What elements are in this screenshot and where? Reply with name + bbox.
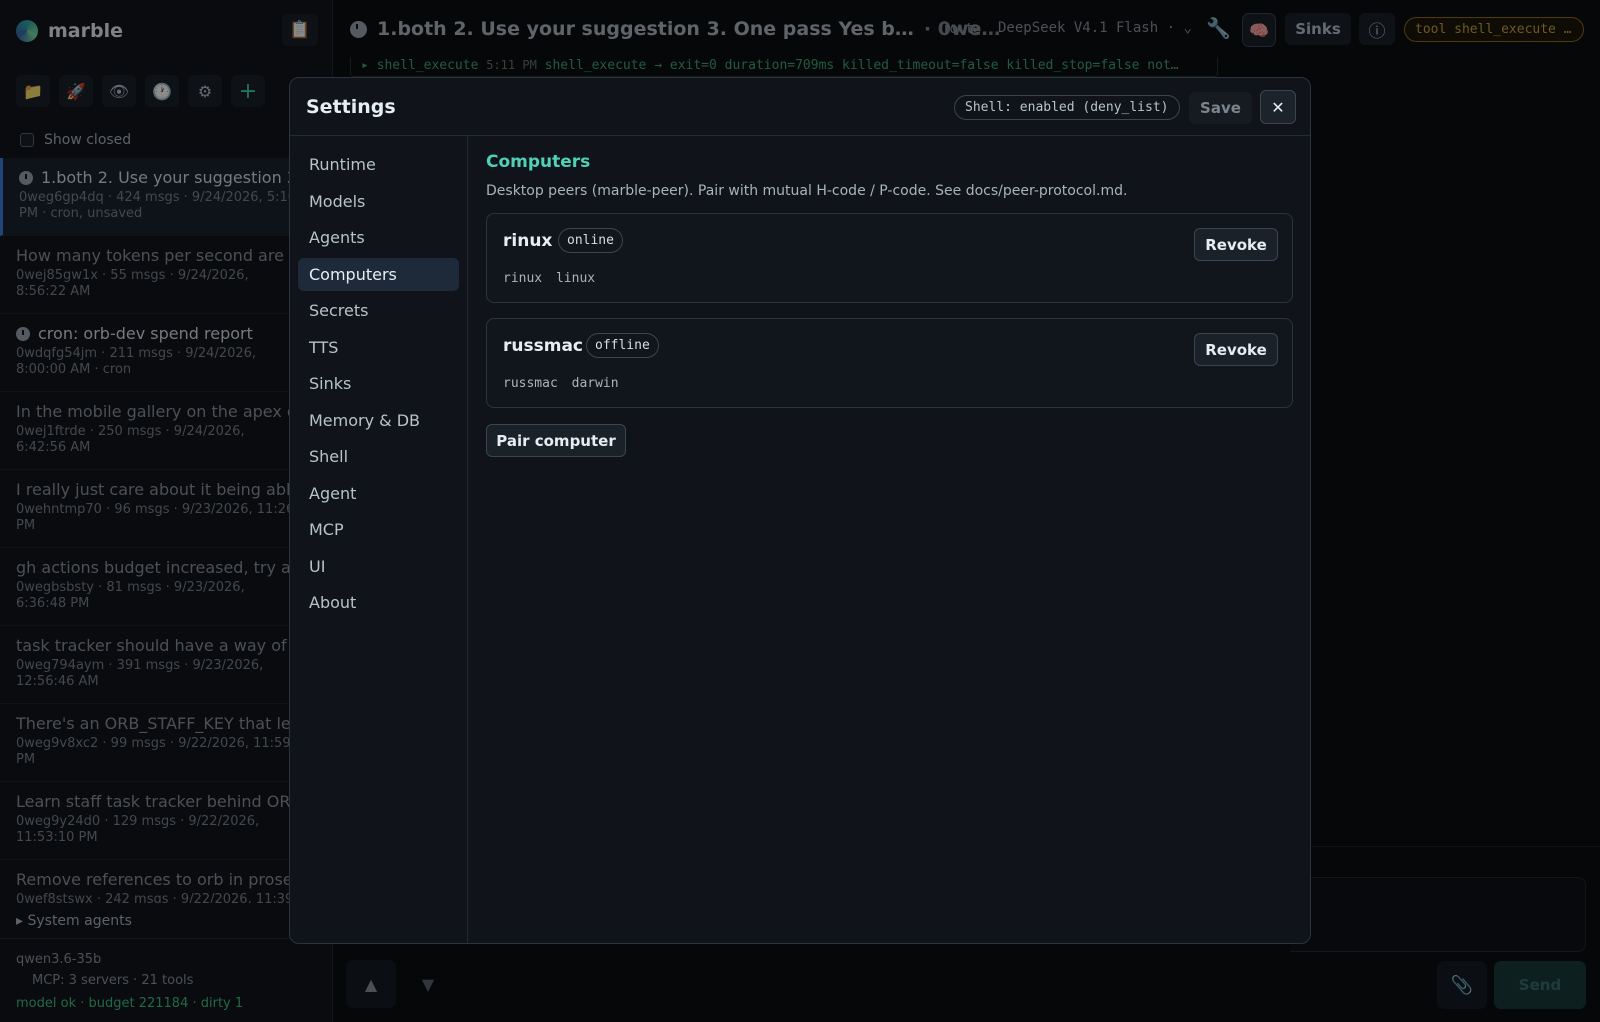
close-icon: ✕ <box>1271 97 1285 117</box>
settings-nav-computers[interactable]: Computers <box>298 257 459 291</box>
shell-status-badge: Shell: enabled (deny_list) <box>954 95 1180 120</box>
settings-nav-agent[interactable]: Agent <box>298 477 459 510</box>
settings-nav-agents[interactable]: Agents <box>298 221 459 254</box>
settings-nav-runtime[interactable]: Runtime <box>298 148 459 181</box>
settings-nav-models[interactable]: Models <box>298 185 459 218</box>
revoke-button[interactable]: Revoke <box>1194 228 1278 261</box>
revoke-button[interactable]: Revoke <box>1194 333 1278 366</box>
settings-nav-tts[interactable]: TTS <box>298 331 459 364</box>
settings-content: Computers Desktop peers (marble-peer). P… <box>486 136 1294 457</box>
computer-tag: linux <box>555 271 596 286</box>
settings-nav-secrets[interactable]: Secrets <box>298 294 459 327</box>
settings-nav-sinks[interactable]: Sinks <box>298 367 459 400</box>
settings-nav-ui[interactable]: UI <box>298 550 459 583</box>
computer-tag: russmac <box>503 376 558 391</box>
settings-nav-memory-db[interactable]: Memory & DB <box>298 404 459 437</box>
computer-tag: darwin <box>571 376 619 391</box>
computer-tag: rinux <box>503 271 543 286</box>
save-button[interactable]: Save <box>1189 92 1252 124</box>
settings-modal: Settings Shell: enabled (deny_list) Save… <box>289 77 1311 944</box>
section-description: Desktop peers (marble-peer). Pair with m… <box>486 183 1128 199</box>
settings-nav-about[interactable]: About <box>298 586 459 619</box>
status-badge: offline <box>586 333 659 358</box>
close-button[interactable]: ✕ <box>1260 90 1296 124</box>
status-badge: online <box>558 228 623 253</box>
settings-header: Settings Shell: enabled (deny_list) Save… <box>290 78 1310 136</box>
computer-card: russmac offline russmac darwin Revoke <box>486 318 1293 408</box>
computer-name: russmac <box>503 336 583 356</box>
section-heading: Computers <box>486 152 591 172</box>
settings-nav-shell[interactable]: Shell <box>298 440 459 473</box>
computer-tags: rinux linux <box>503 271 595 286</box>
computer-name: rinux <box>503 231 553 251</box>
settings-nav-mcp[interactable]: MCP <box>298 513 459 546</box>
pair-computer-button[interactable]: Pair computer <box>486 424 626 457</box>
computer-tags: russmac darwin <box>503 376 619 391</box>
settings-nav: Runtime Models Agents Computers Secrets … <box>290 136 468 943</box>
settings-title: Settings <box>306 96 396 118</box>
computer-card: rinux online rinux linux Revoke <box>486 213 1293 303</box>
